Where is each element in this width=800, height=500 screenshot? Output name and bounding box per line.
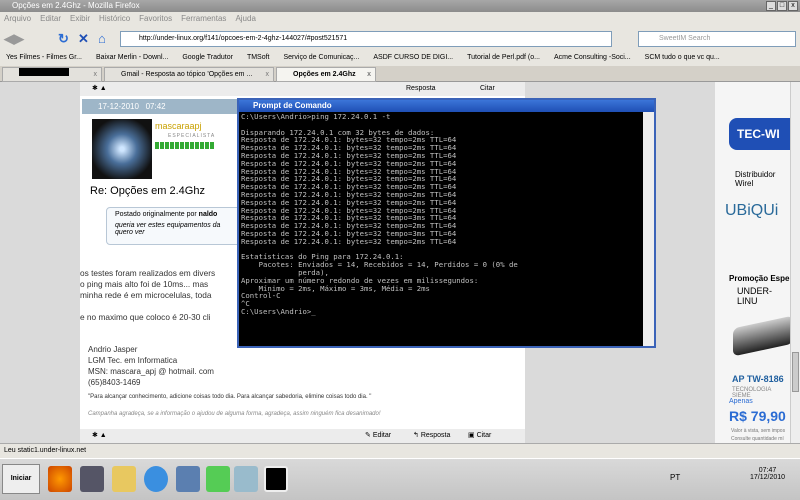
back-button[interactable]: ◀▶ [4, 31, 24, 47]
window-icon[interactable] [80, 466, 104, 492]
stop-icon[interactable]: ✕ [78, 31, 89, 47]
ad-brand: TEC-WI [729, 118, 790, 150]
minimize-button[interactable]: _ [766, 1, 776, 11]
url-bar[interactable]: http://under-linux.org/f141/opcoes-em-2-… [120, 31, 612, 47]
tab-gmail[interactable]: Gmail - Resposta ao tópico 'Opções em ..… [104, 67, 274, 82]
messenger-icon[interactable] [206, 466, 230, 492]
quote-line: "Para alcançar conhecimento, adicione co… [88, 394, 372, 400]
reply-button[interactable]: ↰ Resposta [413, 429, 450, 443]
bookmarks-bar: Yes Filmes - Filmes Gr... Baixar Merlin -… [0, 50, 800, 66]
tab-opcoes[interactable]: Opções em 2.4Ghz x [276, 67, 376, 82]
bookmark[interactable]: Baixar Merlin - Downl... [96, 54, 168, 61]
ad-banner[interactable]: TEC-WI Distribuidor Wirel UBiQUi Promoçã… [715, 82, 790, 443]
signature: Andrio Jasper LGM Tec. em Informatica MSN:… [88, 345, 214, 387]
reply-button[interactable]: Resposta [406, 82, 436, 96]
search-input[interactable]: SweetIM Search [638, 31, 796, 47]
tab-strip: x Gmail - Resposta ao tópico 'Opções em … [0, 66, 800, 82]
command-prompt-window[interactable]: Prompt de Comando C:\Users\Andrio>ping 1… [237, 98, 656, 348]
tab-redacted[interactable]: x [2, 67, 102, 82]
bookmark[interactable]: Tutorial de Perl.pdf (o... [467, 54, 540, 61]
menu-exibir[interactable]: Exibir [70, 14, 90, 23]
cmd-icon[interactable] [264, 466, 288, 492]
bookmark[interactable]: Acme Consulting -Soci... [554, 54, 631, 61]
console-title: Prompt de Comando [239, 100, 654, 112]
post-body: os testes foram realizados em divers o pi… [80, 268, 216, 322]
calculator-icon[interactable] [234, 466, 258, 492]
language-indicator[interactable]: PT [670, 473, 680, 482]
reload-icon[interactable]: ↻ [58, 31, 69, 47]
menu-editar[interactable]: Editar [40, 14, 61, 23]
bookmark[interactable]: Serviço de Comunicaç... [284, 54, 360, 61]
ie-icon[interactable] [144, 466, 168, 492]
window-title: Opções em 2.4Ghz - Mozilla Firefox [12, 1, 140, 10]
bookmark[interactable]: Yes Filmes - Filmes Gr... [6, 54, 82, 61]
avatar[interactable] [92, 119, 152, 179]
prev-post-actions: ✱ ▲ Resposta Citar [80, 82, 525, 96]
username[interactable]: mascaraapj [155, 121, 202, 131]
taskbar: Iniciar PT 07:47 17/12/2010 [0, 458, 800, 500]
start-button[interactable]: Iniciar [2, 464, 40, 494]
quote-button[interactable]: ▣ Citar [468, 429, 491, 443]
quote-button[interactable]: Citar [480, 82, 495, 96]
post-title: Re: Opções em 2.4Ghz [90, 185, 205, 197]
bookmark[interactable]: ASDF CURSO DE DIGI... [373, 54, 453, 61]
menu-favoritos[interactable]: Favoritos [139, 14, 172, 23]
close-button[interactable]: x [788, 1, 798, 11]
menu-arquivo[interactable]: Arquivo [4, 14, 31, 23]
title-bar: Opções em 2.4Ghz - Mozilla Firefox _ □ x [0, 0, 800, 12]
status-bar: Leu static1.under-linux.net [0, 443, 800, 458]
maximize-button[interactable]: □ [777, 1, 787, 11]
firefox-icon[interactable] [48, 466, 72, 492]
console-output: C:\Users\Andrio>ping 172.24.0.1 -t Dispa… [241, 112, 518, 316]
user-rank: ESPECIALISTA [168, 133, 216, 139]
bookmark[interactable]: Google Tradutor [182, 54, 233, 61]
network-icon[interactable] [176, 466, 200, 492]
reputation-bar [155, 142, 215, 149]
bookmark[interactable]: TMSoft [247, 54, 270, 61]
console-scrollbar[interactable] [643, 112, 654, 346]
campaign-line: Campanha agradeça, se a informação o aju… [88, 411, 381, 417]
clock: 07:47 17/12/2010 [750, 467, 786, 481]
quote-box: Postado originalmente por naldo queria ve… [106, 207, 241, 245]
menu-ajuda[interactable]: Ajuda [235, 14, 255, 23]
router-image [733, 315, 790, 357]
folder-icon[interactable] [112, 466, 136, 492]
post-actions: ✱ ▲ ✎ Editar ↰ Resposta ▣ Citar [80, 429, 525, 443]
menu-historico[interactable]: Histórico [99, 14, 130, 23]
page-scrollbar[interactable] [790, 82, 800, 443]
home-icon[interactable]: ⌂ [98, 31, 106, 46]
tab-gmail-label: Gmail - Resposta ao tópico 'Opções em ..… [121, 71, 253, 78]
bookmark[interactable]: SCM tudo o que vc qu... [645, 54, 720, 61]
menu-bar: Arquivo Editar Exibir Histórico Favoritos Fer… [0, 12, 800, 26]
menu-ferramentas[interactable]: Ferramentas [181, 14, 226, 23]
edit-button[interactable]: ✎ Editar [365, 429, 391, 443]
